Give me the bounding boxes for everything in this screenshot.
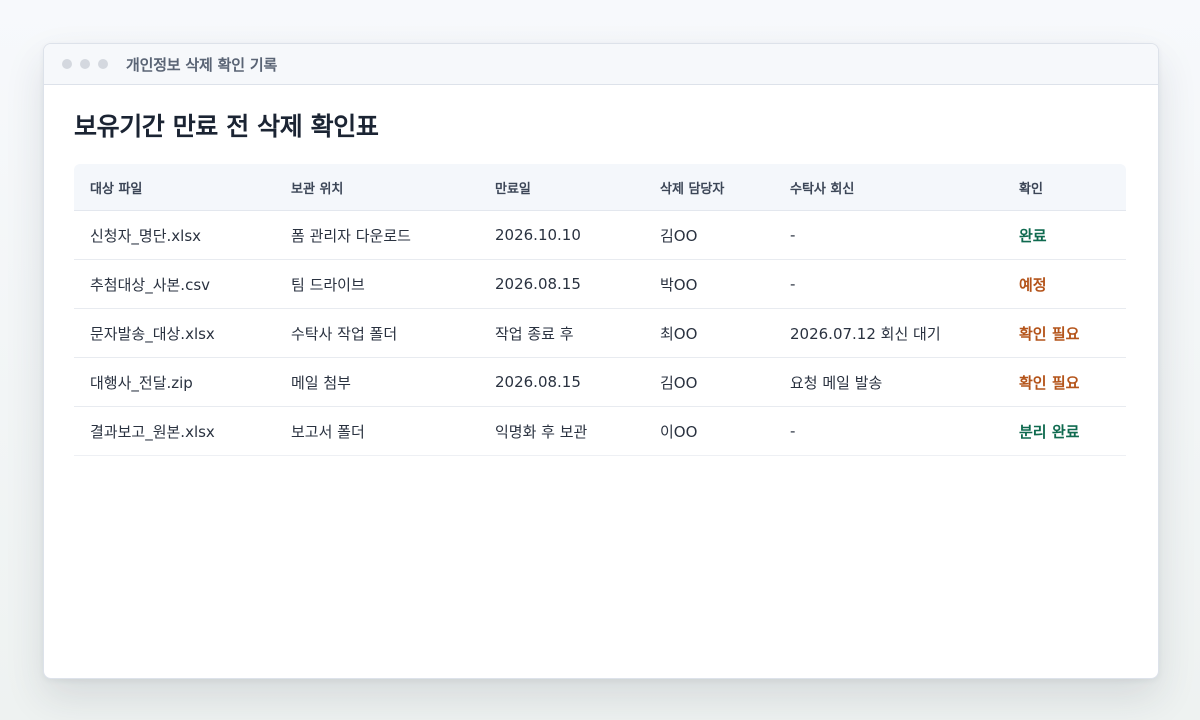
cell-vendor-reply: - (774, 211, 1003, 260)
status-badge: 확인 필요 (1003, 309, 1126, 358)
app-window: 개인정보 삭제 확인 기록 보유기간 만료 전 삭제 확인표 대상 파일 보관 … (43, 43, 1159, 679)
table-row[interactable]: 신청자_명단.xlsx 폼 관리자 다운로드 2026.10.10 김OO - … (74, 211, 1126, 260)
cell-owner: 김OO (644, 211, 774, 260)
column-header-expiry: 만료일 (479, 164, 644, 211)
column-header-file: 대상 파일 (74, 164, 275, 211)
cell-expiry: 작업 종료 후 (479, 309, 644, 358)
cell-owner: 김OO (644, 358, 774, 407)
cell-owner: 최OO (644, 309, 774, 358)
cell-file: 추첨대상_사본.csv (74, 260, 275, 309)
window-minimize-dot[interactable] (80, 59, 90, 69)
cell-location: 팀 드라이브 (275, 260, 479, 309)
status-badge: 분리 완료 (1003, 407, 1126, 456)
table-header-row: 대상 파일 보관 위치 만료일 삭제 담당자 수탁사 회신 확인 (74, 164, 1126, 211)
cell-vendor-reply: - (774, 260, 1003, 309)
deletion-check-table: 대상 파일 보관 위치 만료일 삭제 담당자 수탁사 회신 확인 신청자_명단.… (74, 164, 1126, 456)
cell-file: 대행사_전달.zip (74, 358, 275, 407)
cell-expiry: 2026.08.15 (479, 260, 644, 309)
window-maximize-dot[interactable] (98, 59, 108, 69)
table-row[interactable]: 대행사_전달.zip 메일 첨부 2026.08.15 김OO 요청 메일 발송… (74, 358, 1126, 407)
cell-expiry: 익명화 후 보관 (479, 407, 644, 456)
window-close-dot[interactable] (62, 59, 72, 69)
window-title: 개인정보 삭제 확인 기록 (126, 55, 278, 74)
column-header-location: 보관 위치 (275, 164, 479, 211)
cell-location: 메일 첨부 (275, 358, 479, 407)
column-header-owner: 삭제 담당자 (644, 164, 774, 211)
cell-location: 수탁사 작업 폴더 (275, 309, 479, 358)
cell-owner: 이OO (644, 407, 774, 456)
cell-file: 문자발송_대상.xlsx (74, 309, 275, 358)
table-row[interactable]: 문자발송_대상.xlsx 수탁사 작업 폴더 작업 종료 후 최OO 2026.… (74, 309, 1126, 358)
status-badge: 완료 (1003, 211, 1126, 260)
cell-owner: 박OO (644, 260, 774, 309)
column-header-status: 확인 (1003, 164, 1126, 211)
cell-location: 보고서 폴더 (275, 407, 479, 456)
cell-file: 신청자_명단.xlsx (74, 211, 275, 260)
cell-vendor-reply: 요청 메일 발송 (774, 358, 1003, 407)
status-badge: 예정 (1003, 260, 1126, 309)
main-content: 보유기간 만료 전 삭제 확인표 대상 파일 보관 위치 만료일 삭제 담당자 … (44, 109, 1158, 456)
cell-vendor-reply: 2026.07.12 회신 대기 (774, 309, 1003, 358)
window-titlebar: 개인정보 삭제 확인 기록 (44, 44, 1158, 85)
cell-location: 폼 관리자 다운로드 (275, 211, 479, 260)
cell-vendor-reply: - (774, 407, 1003, 456)
column-header-vendor-reply: 수탁사 회신 (774, 164, 1003, 211)
status-badge: 확인 필요 (1003, 358, 1126, 407)
table-row[interactable]: 추첨대상_사본.csv 팀 드라이브 2026.08.15 박OO - 예정 (74, 260, 1126, 309)
table-row[interactable]: 결과보고_원본.xlsx 보고서 폴더 익명화 후 보관 이OO - 분리 완료 (74, 407, 1126, 456)
cell-file: 결과보고_원본.xlsx (74, 407, 275, 456)
cell-expiry: 2026.08.15 (479, 358, 644, 407)
cell-expiry: 2026.10.10 (479, 211, 644, 260)
page-title: 보유기간 만료 전 삭제 확인표 (74, 112, 379, 141)
